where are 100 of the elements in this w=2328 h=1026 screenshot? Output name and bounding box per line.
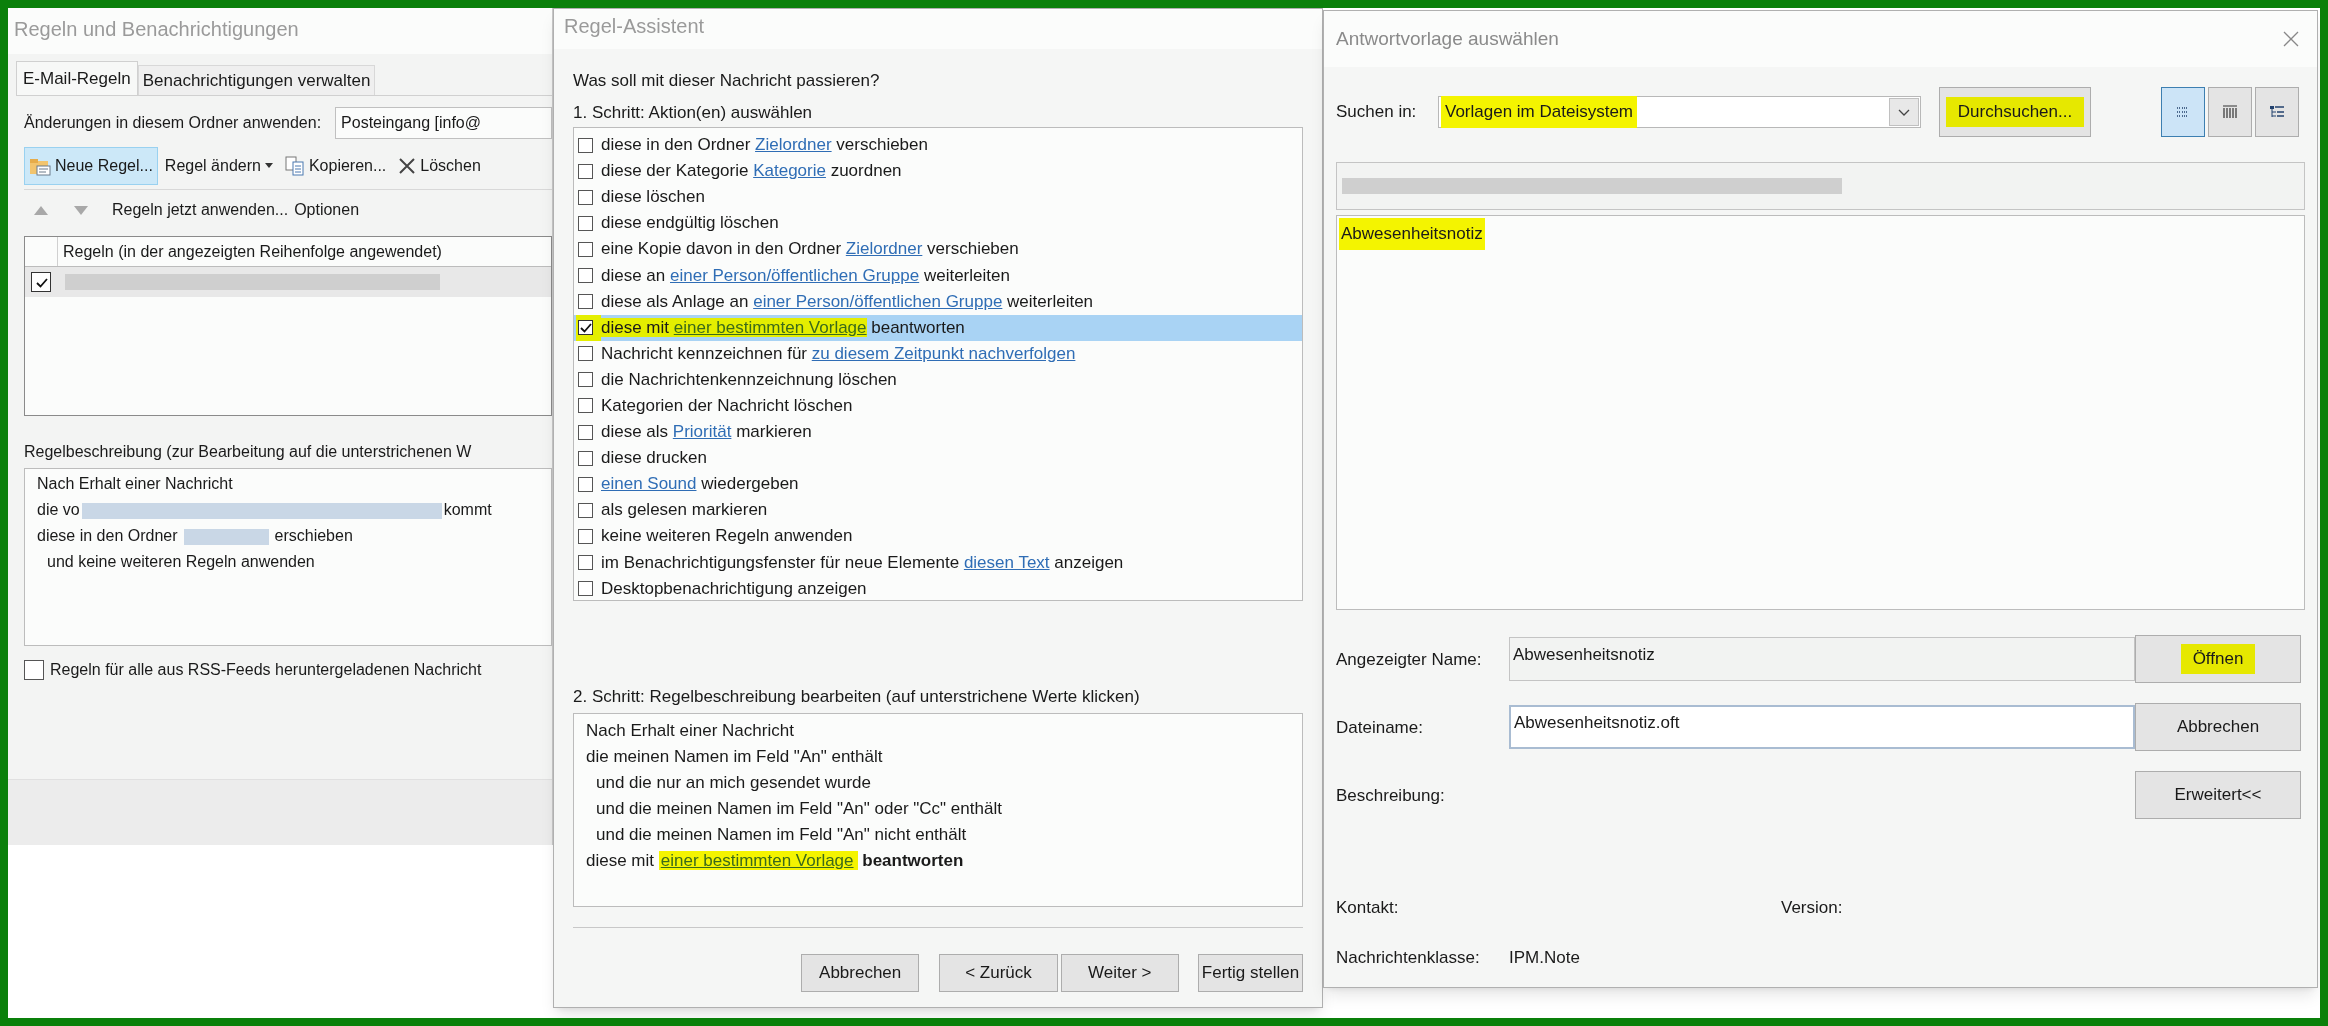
rule-line: Nach Erhalt einer Nachricht [37,474,234,494]
action-row[interactable]: im Benachrichtigungsfenster für neue Elemente diesen Text anzeigen [574,549,1302,576]
checkbox[interactable] [578,241,593,257]
action-text: als gelesen markieren [601,499,768,522]
action-row[interactable]: diese an einer Person/öffentlichen Gruppe weiterleiten [574,262,1302,289]
checkbox[interactable] [578,215,593,231]
link[interactable]: Kategorie [753,161,826,181]
toolbar-button[interactable]: Löschen [393,146,486,185]
action-row[interactable]: als gelesen markieren [574,497,1302,524]
link[interactable]: einer bestimmten Vorlage [658,851,858,870]
action-text: diese endgültig löschen [601,212,779,235]
checkbox[interactable] [578,528,593,544]
delete-icon [398,156,417,175]
link[interactable]: diesen Text [963,552,1050,572]
action-row[interactable]: diese der Kategorie Kategorie zuordnen [574,158,1302,185]
action-row[interactable]: diese endgültig löschen [574,210,1302,237]
checkbox[interactable] [578,476,593,492]
view-button[interactable] [2161,87,2205,137]
link[interactable]: einer Person/öffentlichen Gruppe [753,291,1003,311]
folder-dropdown[interactable]: Posteingang [info@ [335,107,552,139]
checkbox-label: Regeln für alle aus RSS-Feeds heruntergeladenen Nachricht [50,660,482,680]
link[interactable]: zu diesem Zeitpunkt nachverfolgen [811,343,1076,363]
list-view-icon [2176,106,2190,118]
view-button[interactable] [2208,87,2252,137]
close-icon[interactable] [2283,31,2299,47]
checkbox[interactable] [578,163,593,179]
tab[interactable]: Benachrichtigungen verwalten [137,65,376,95]
field-label: Suchen in: [1336,101,1418,124]
name-field: Abwesenheitsnotiz [1509,637,2135,681]
link[interactable]: Priorität [672,422,732,442]
checkbox[interactable] [578,502,593,518]
checkbox[interactable] [578,137,593,153]
view-button[interactable] [2255,87,2299,137]
checkbox[interactable] [578,555,593,571]
button[interactable]: Abbrechen [801,954,920,992]
checkbox[interactable] [578,189,593,205]
checkbox[interactable] [578,450,593,466]
action-row[interactable]: diese drucken [574,445,1302,472]
action-row[interactable]: diese löschen [574,184,1302,211]
action-row[interactable]: diese mit einer bestimmten Vorlage beantworten [574,314,1302,341]
link[interactable]: einer Person/öffentlichen Gruppe [670,265,920,285]
button[interactable]: Erweitert<< [2135,771,2301,819]
checkbox[interactable] [578,398,593,414]
window-title: Regel-Assistent [554,9,1322,49]
action-row[interactable]: diese als Priorität markieren [574,419,1302,446]
action-row[interactable]: einen Sound wiedergeben [574,471,1302,498]
action-row[interactable]: diese in den Ordner Zielordner verschieben [574,132,1302,159]
file-item[interactable]: Abwesenheitsnotiz [1339,218,1485,250]
tab[interactable]: E-Mail-Regeln [16,61,138,95]
checkbox[interactable] [31,272,51,292]
action-row[interactable]: keine weiteren Regeln anwenden [574,523,1302,550]
field-label: Nachrichtenklasse: [1336,946,1481,969]
toolbar-button[interactable]: Regel ändern [159,146,278,185]
checkbox[interactable] [578,372,593,388]
copy-icon [284,155,305,176]
link-button[interactable]: Optionen [294,198,360,222]
action-text: diese als Anlage an einer Person/öffentlichen Gruppe weiterleiten [601,290,1094,313]
action-text: einen Sound wiedergeben [601,473,799,496]
action-row[interactable]: diese als Anlage an einer Person/öffentlichen Gruppe weiterleiten [574,288,1302,315]
action-row[interactable]: Desktopbenachrichtigung anzeigen [574,575,1302,602]
action-row[interactable]: die Nachrichtenkennzeichnung löschen [574,366,1302,393]
field-label: Version: [1781,897,1843,919]
checkbox[interactable] [578,581,593,597]
rule-line: die vo kommt [37,500,493,521]
rule-line: und die meinen Namen im Feld "An" nicht enthält [595,824,968,846]
checkbox[interactable] [24,660,44,680]
action-text: diese in den Ordner Zielordner verschieben [601,134,928,157]
action-text: die Nachrichtenkennzeichnung löschen [601,368,897,391]
window-title: Regeln und Benachrichtigungen [8,8,552,54]
link[interactable]: Zielordner [755,135,832,155]
section-label: Regelbeschreibung (zur Bearbeitung auf die unterstrichenen W [24,442,473,462]
button[interactable]: Fertig stellen [1198,954,1303,992]
action-text: diese an einer Person/öffentlichen Gruppe weiterleiten [601,264,1010,287]
button[interactable]: Durchsuchen... [1939,87,2091,137]
button[interactable]: < Zurück [939,954,1058,992]
field-label: Änderungen in diesem Ordner anwenden: [24,113,322,133]
button[interactable]: Abbrechen [2135,703,2301,751]
button[interactable]: Öffnen [2135,635,2301,683]
toolbar-button[interactable]: Neue Regel... [24,146,158,185]
link[interactable]: Zielordner [845,239,923,259]
checkbox[interactable] [578,320,593,336]
action-row[interactable]: Kategorien der Nachricht löschen [574,392,1302,420]
link[interactable]: einen Sound [601,474,697,494]
checkbox[interactable] [578,268,593,283]
button[interactable]: Weiter > [1060,954,1179,992]
action-text: Nachricht kennzeichnen für zu diesem Zeitpunkt nachverfolgen [601,342,1076,365]
input-field[interactable]: Abwesenheitsnotiz.oft [1509,705,2135,749]
checkbox[interactable] [578,294,593,310]
action-row[interactable]: eine Kopie davon in den Ordner Zielordner verschieben [574,236,1302,263]
rule-line: diese in den Ordner erschieben [37,526,354,547]
link[interactable]: einer bestimmten Vorlage [673,317,867,337]
link-button[interactable]: Regeln jetzt anwenden... [112,198,289,222]
action-row[interactable]: Nachricht kennzeichnen für zu diesem Zeitpunkt nachverfolgen [574,340,1302,367]
field-label: Kontakt: [1336,897,1400,919]
look-in-dropdown[interactable]: Vorlagen im Dateisystem [1438,96,1921,128]
checkbox[interactable] [578,424,593,440]
checkbox[interactable] [578,346,593,362]
caret-icon [264,163,273,168]
rule-line: und die meinen Namen im Feld "An" oder "Cc" enthält [595,798,1003,820]
toolbar-button[interactable]: Kopieren... [279,146,392,185]
